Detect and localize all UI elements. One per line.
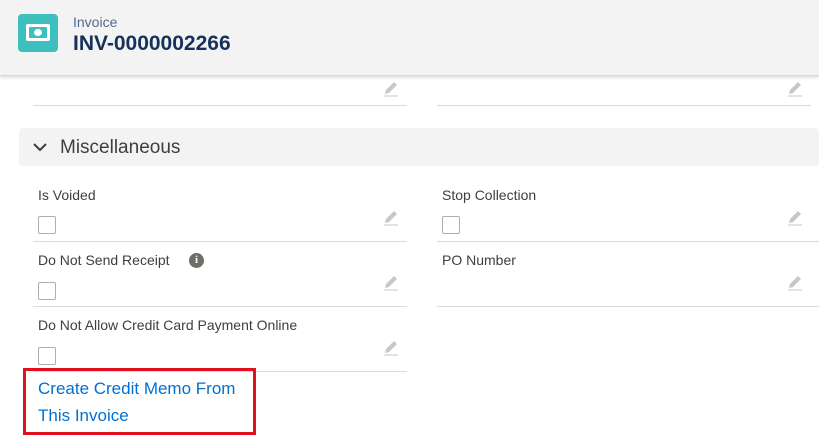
edit-pencil-icon[interactable] bbox=[382, 274, 400, 292]
highlight-box bbox=[23, 368, 256, 435]
object-type-label: Invoice bbox=[73, 14, 118, 30]
po-number-label: PO Number bbox=[442, 252, 516, 268]
do-not-send-receipt-label: Do Not Send Receipt bbox=[38, 252, 170, 268]
edit-pencil-icon[interactable] bbox=[786, 80, 804, 98]
edit-pencil-icon[interactable] bbox=[786, 274, 804, 292]
field-divider bbox=[437, 241, 819, 242]
invoice-icon bbox=[18, 14, 58, 52]
field-divider bbox=[33, 306, 407, 307]
field-divider bbox=[437, 105, 811, 106]
stop-collection-checkbox[interactable] bbox=[442, 216, 460, 234]
chevron-down-icon bbox=[32, 140, 48, 152]
is-voided-checkbox[interactable] bbox=[38, 216, 56, 234]
edit-pencil-icon[interactable] bbox=[382, 339, 400, 357]
do-not-allow-cc-label: Do Not Allow Credit Card Payment Online bbox=[38, 317, 298, 333]
do-not-send-receipt-checkbox[interactable] bbox=[38, 282, 56, 300]
field-divider bbox=[437, 306, 819, 307]
do-not-allow-cc-checkbox[interactable] bbox=[38, 347, 56, 365]
record-header: Invoice INV-0000002266 bbox=[0, 0, 819, 76]
info-icon[interactable]: i bbox=[189, 253, 204, 268]
record-name: INV-0000002266 bbox=[73, 32, 231, 55]
section-miscellaneous-header[interactable]: Miscellaneous bbox=[19, 128, 819, 166]
edit-pencil-icon[interactable] bbox=[382, 209, 400, 227]
edit-pencil-icon[interactable] bbox=[382, 80, 400, 98]
field-divider bbox=[33, 241, 407, 242]
stop-collection-label: Stop Collection bbox=[442, 187, 537, 203]
field-divider bbox=[33, 105, 407, 106]
is-voided-label: Is Voided bbox=[38, 187, 96, 203]
section-title: Miscellaneous bbox=[60, 137, 181, 158]
edit-pencil-icon[interactable] bbox=[786, 209, 804, 227]
